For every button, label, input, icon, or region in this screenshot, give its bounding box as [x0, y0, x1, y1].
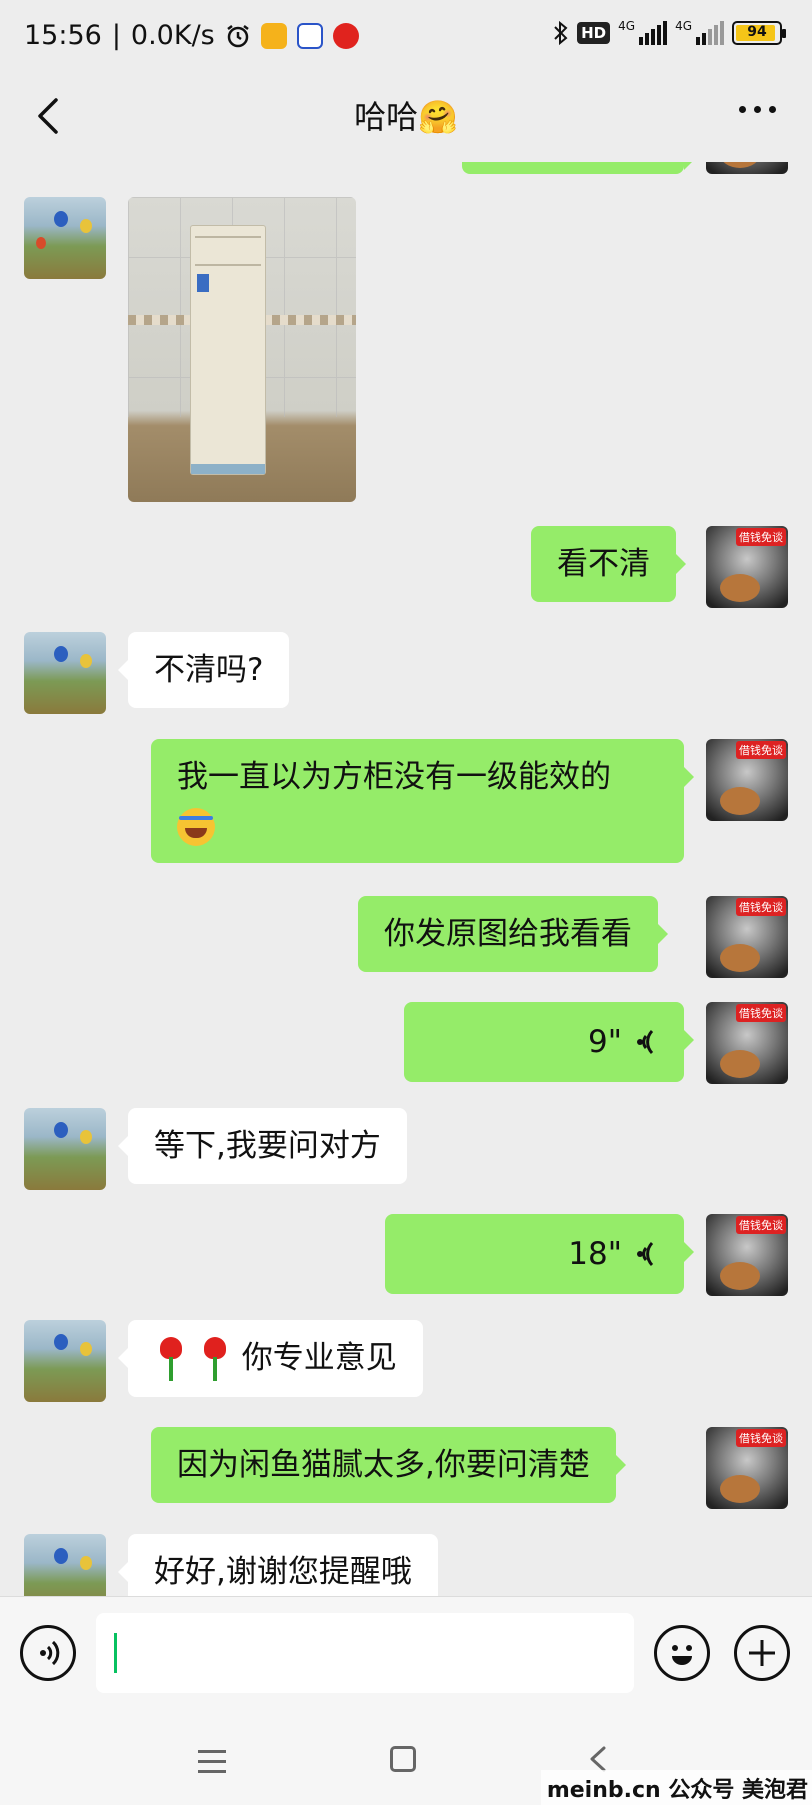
signal-icon-2	[696, 21, 724, 45]
crying-laughing-emoji	[177, 807, 215, 846]
avatar-self[interactable]: 借钱免谈	[706, 526, 788, 608]
system-nav-bar: meinb.cn 公众号 美泡君	[0, 1710, 812, 1805]
status-time: 15:56	[24, 20, 102, 51]
status-bar: 15:56 | 0.0K/s HD 4G 4G 94	[0, 0, 812, 72]
avatar-tag: 借钱免谈	[736, 898, 786, 916]
voice-duration: 9"	[588, 1024, 622, 1060]
avatar-tag: 借钱免谈	[736, 1004, 786, 1022]
more-dots-icon[interactable]	[739, 106, 776, 113]
avatar-tag: 借钱免谈	[736, 741, 786, 759]
voice-message[interactable]: 18"	[385, 1214, 694, 1294]
menu-icon[interactable]	[198, 1750, 226, 1780]
avatar-contact[interactable]	[24, 1534, 106, 1596]
chat-header: 哈哈🤗	[0, 72, 812, 162]
home-icon[interactable]	[390, 1746, 416, 1772]
message-list[interactable]: 看不清 借钱免谈 不清吗? 我一直以为方柜没有一级能效的 借钱免谈 你发原图给我…	[0, 162, 812, 1596]
avatar-contact[interactable]	[24, 632, 106, 714]
message-text: 不清吗?	[154, 652, 264, 688]
avatar-tag: 借钱免谈	[736, 528, 786, 546]
network-type-1: 4G	[618, 19, 636, 33]
voice-input-icon[interactable]	[20, 1625, 76, 1681]
app-notification-icon	[296, 22, 323, 49]
message-bubble[interactable]: 我一直以为方柜没有一级能效的	[151, 739, 694, 863]
voice-wave-icon	[637, 1029, 654, 1055]
message-bubble[interactable]: 等下,我要问对方	[118, 1108, 407, 1184]
avatar-self[interactable]: 借钱免谈	[706, 896, 788, 978]
message-text: 看不清	[557, 546, 650, 582]
avatar-tag: 借钱免谈	[736, 1216, 786, 1234]
rose-emoji	[154, 1336, 188, 1383]
avatar-tag: 借钱免谈	[736, 1429, 786, 1447]
floor-standing-air-conditioner-photo[interactable]	[128, 197, 356, 502]
message-input[interactable]	[96, 1613, 634, 1693]
message-bubble[interactable]: 不清吗?	[117, 632, 290, 708]
avatar-self[interactable]	[706, 162, 788, 174]
chat-title: 哈哈🤗	[354, 98, 458, 136]
message-bubble[interactable]: 看不清	[531, 526, 686, 602]
avatar-self[interactable]: 借钱免谈	[706, 1002, 788, 1084]
emoji-icon[interactable]	[654, 1625, 710, 1681]
avatar-self[interactable]: 借钱免谈	[706, 739, 788, 821]
status-net-speed: 0.0K/s	[130, 20, 215, 51]
status-divider: |	[111, 20, 121, 51]
message-bubble-partial	[462, 162, 694, 174]
message-bubble[interactable]: 你专业意见	[118, 1320, 423, 1397]
input-bar	[0, 1596, 812, 1710]
message-text: 我一直以为方柜没有一级能效的	[177, 759, 611, 795]
message-text: 你专业意见	[241, 1340, 397, 1376]
hd-badge: HD	[577, 22, 611, 44]
avatar-self[interactable]: 借钱免谈	[706, 1214, 788, 1296]
voice-duration: 18"	[568, 1236, 622, 1272]
alarm-icon	[226, 24, 249, 47]
notes-app-icon	[260, 22, 287, 49]
message-text: 因为闲鱼猫腻太多,你要问清楚	[177, 1447, 590, 1483]
avatar-contact[interactable]	[24, 197, 106, 279]
text-caret	[114, 1633, 117, 1673]
message-text: 好好,谢谢您提醒哦	[154, 1554, 412, 1590]
rose-emoji	[198, 1336, 232, 1383]
message-bubble[interactable]: 好好,谢谢您提醒哦	[118, 1534, 438, 1596]
signal-icon	[639, 21, 668, 45]
message-text: 等下,我要问对方	[154, 1128, 381, 1164]
avatar-self[interactable]: 借钱免谈	[706, 1427, 788, 1509]
netease-music-icon	[332, 22, 359, 49]
voice-message[interactable]: 9"	[404, 1002, 694, 1082]
avatar-contact[interactable]	[24, 1108, 106, 1190]
battery-icon: 94	[732, 21, 786, 45]
status-left: 15:56 | 0.0K/s	[24, 20, 359, 51]
plus-icon[interactable]	[734, 1625, 790, 1681]
message-text: 你发原图给我看看	[384, 916, 632, 952]
message-bubble[interactable]: 因为闲鱼猫腻太多,你要问清楚	[151, 1427, 626, 1503]
network-type-2: 4G	[675, 19, 692, 33]
message-bubble[interactable]: 你发原图给我看看	[358, 896, 668, 972]
bluetooth-icon	[554, 20, 568, 46]
voice-wave-icon	[637, 1241, 654, 1267]
status-right: HD 4G 4G 94	[553, 19, 786, 46]
avatar-contact[interactable]	[24, 1320, 106, 1402]
battery-level: 94	[747, 24, 767, 40]
watermark: meinb.cn 公众号 美泡君	[540, 1770, 812, 1805]
